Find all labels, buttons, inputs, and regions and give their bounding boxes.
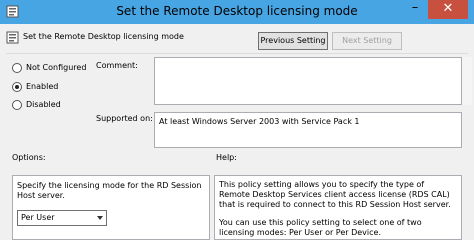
next-setting-button[interactable]: Next Setting bbox=[332, 32, 402, 50]
radio-label: Not Configured bbox=[26, 63, 87, 72]
licensing-mode-dropdown[interactable]: Per User bbox=[17, 210, 107, 226]
help-heading: Help: bbox=[216, 153, 237, 162]
help-paragraph: You can use this policy setting to selec… bbox=[219, 218, 422, 237]
close-button[interactable]: ✕ bbox=[428, 0, 468, 19]
options-panel: Specify the licensing mode for the RD Se… bbox=[12, 175, 210, 240]
policy-setting-icon bbox=[6, 31, 19, 44]
radio-button[interactable] bbox=[12, 82, 22, 92]
comment-label: Comment: bbox=[96, 61, 138, 70]
radio-label: Enabled bbox=[26, 82, 59, 91]
options-heading: Options: bbox=[12, 153, 46, 162]
chevron-down-icon[interactable] bbox=[97, 216, 103, 220]
supported-on-field: At least Windows Server 2003 with Servic… bbox=[154, 112, 462, 148]
header-divider bbox=[6, 53, 468, 54]
licensing-mode-description: Specify the licensing mode for the RD Se… bbox=[17, 181, 202, 200]
comment-scrollbar[interactable] bbox=[462, 57, 472, 105]
title-bar: Set the Remote Desktop licensing mode – … bbox=[0, 0, 474, 24]
supported-on-label: Supported on: bbox=[96, 114, 153, 123]
help-paragraph: This policy setting allows you to specif… bbox=[219, 180, 451, 209]
window-title: Set the Remote Desktop licensing mode bbox=[116, 4, 358, 18]
radio-label: Disabled bbox=[26, 100, 61, 109]
radio-button[interactable] bbox=[12, 63, 22, 73]
help-panel: This policy setting allows you to specif… bbox=[214, 175, 462, 240]
help-text: This policy setting allows you to specif… bbox=[219, 180, 457, 239]
policy-name: Set the Remote Desktop licensing mode bbox=[23, 32, 184, 41]
radio-button[interactable] bbox=[12, 100, 22, 110]
comment-textarea[interactable] bbox=[154, 57, 462, 105]
supported-on-value: At least Windows Server 2003 with Servic… bbox=[159, 117, 360, 126]
licensing-mode-value: Per User bbox=[21, 213, 55, 222]
minimize-button[interactable]: – bbox=[404, 0, 426, 19]
previous-setting-button[interactable]: Previous Setting bbox=[258, 32, 328, 50]
